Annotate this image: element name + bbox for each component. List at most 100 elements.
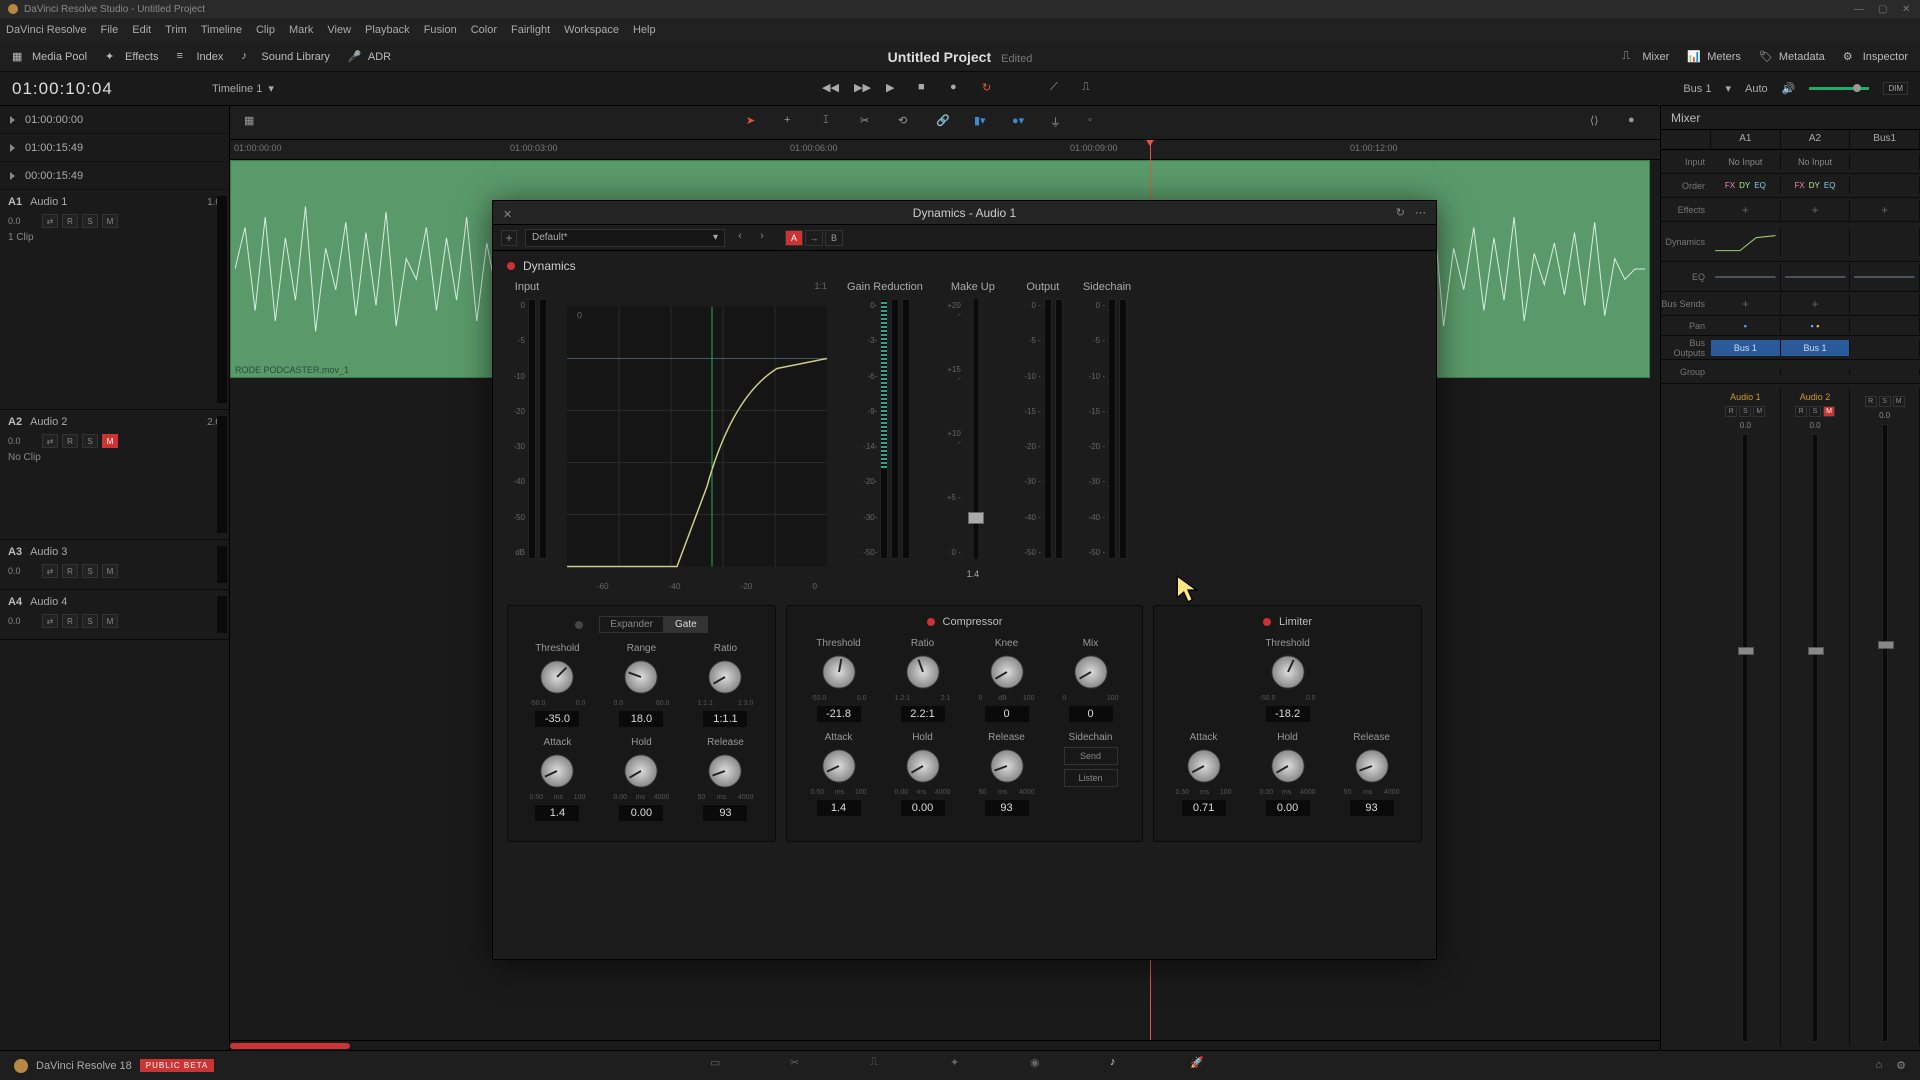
menu-workspace[interactable]: Workspace (564, 24, 619, 36)
fx-add-a1[interactable]: + (1711, 200, 1781, 220)
track-⇄-button[interactable]: ⇄ (42, 434, 58, 448)
dyn-titlebar[interactable]: ✕ Dynamics - Audio 1 ↻ ⋯ (493, 201, 1436, 225)
knee-knob[interactable]: Knee 0dB100 0 (972, 638, 1042, 722)
menu-help[interactable]: Help (633, 24, 656, 36)
pan-a1[interactable]: ▪ (1711, 318, 1781, 334)
sound-library-button[interactable]: ♪Sound Library (241, 50, 330, 64)
volume-slider[interactable] (1809, 87, 1869, 90)
track-header-a2[interactable]: A2Audio 22.0 0.0⇄RSM No Clip (0, 410, 229, 540)
track-⇄-button[interactable]: ⇄ (42, 614, 58, 628)
cut-page[interactable]: ✂ (790, 1056, 810, 1076)
color-page[interactable]: ◉ (1030, 1056, 1050, 1076)
speaker-icon[interactable]: 🔊 (1782, 82, 1796, 95)
menu-timeline[interactable]: Timeline (201, 24, 242, 36)
stop-button[interactable]: ■ (918, 81, 934, 97)
track-header-a1[interactable]: A1Audio 11.0 0.0⇄RSM 1 Clip (0, 190, 229, 410)
menu-edit[interactable]: Edit (132, 24, 151, 36)
eq-a1[interactable] (1711, 263, 1781, 291)
link-tool[interactable]: 🔗 (936, 114, 954, 132)
mixer-col-a1[interactable]: A1 (1711, 130, 1781, 149)
dyn-section[interactable]: Dynamics (507, 259, 1422, 273)
record-button[interactable]: ● (950, 81, 966, 97)
menu-fusion[interactable]: Fusion (424, 24, 457, 36)
track-m-button[interactable]: M (102, 564, 118, 578)
marker-tool[interactable]: ●▾ (1012, 114, 1030, 132)
fairlight-page[interactable]: ♪ (1110, 1056, 1130, 1076)
makeup-value[interactable]: 1.4 (967, 569, 980, 579)
meters-button[interactable]: 📊Meters (1687, 50, 1741, 64)
mixer-button[interactable]: ⎍Mixer (1622, 50, 1669, 64)
dim-button[interactable]: DIM (1883, 82, 1908, 95)
ratio-knob[interactable]: Ratio 1:1.11:3.0 1:1.1 (690, 643, 760, 727)
sidechain-send[interactable]: Send (1064, 747, 1118, 765)
mixer-col-a2[interactable]: A2 (1781, 130, 1851, 149)
curve-display[interactable]: 1:1 0 -60-40-200 (567, 281, 827, 591)
hold-knob[interactable]: Hold 0.00ms4000 0.00 (1253, 732, 1323, 816)
track-header-a3[interactable]: A3Audio 3 0.0⇄RSM (0, 540, 229, 590)
play-button[interactable]: ▶ (886, 81, 902, 97)
track-r-button[interactable]: R (62, 564, 78, 578)
menu-davinci[interactable]: DaVinci Resolve (6, 24, 87, 36)
minimize-button[interactable]: — (1854, 4, 1864, 14)
track-m-button[interactable]: M (102, 614, 118, 628)
input-a2[interactable]: No Input (1781, 154, 1851, 170)
range-knob[interactable]: Range 0.060.0 18.0 (606, 643, 676, 727)
ab-a[interactable]: A (785, 230, 803, 246)
dyn-prev[interactable]: ‹ (733, 230, 747, 246)
dur-timecode[interactable]: 00:00:15:49 (0, 162, 229, 190)
dyn-reset-icon[interactable]: ↻ (1396, 206, 1405, 219)
fader-slider[interactable] (1882, 424, 1888, 1042)
track-⇄-button[interactable]: ⇄ (42, 564, 58, 578)
auto-label[interactable]: Auto (1745, 83, 1768, 95)
compressor-enable[interactable] (927, 618, 935, 626)
edit-page[interactable]: ⎍ (870, 1056, 890, 1076)
order-a1[interactable]: FXDYEQ (1711, 177, 1781, 194)
attack-knob[interactable]: Attack 0.50ms100 1.4 (804, 732, 874, 816)
track-r-button[interactable]: R (62, 214, 78, 228)
fader-slider[interactable] (1742, 434, 1748, 1042)
dyn-close-button[interactable]: ✕ (503, 208, 513, 218)
automation-button[interactable]: ⟋ (1050, 81, 1066, 97)
flag-tool[interactable]: ▮▾ (974, 114, 992, 132)
eq-bus[interactable] (1850, 263, 1920, 291)
dyn-bus[interactable] (1850, 228, 1920, 256)
media-pool-button[interactable]: ▦Media Pool (12, 50, 87, 64)
transient-tool[interactable]: ⏚ (1050, 114, 1068, 132)
metadata-button[interactable]: 🏷Metadata (1759, 50, 1825, 64)
track-s-button[interactable]: S (82, 564, 98, 578)
pointer-tool[interactable]: ➤ (746, 114, 764, 132)
track-m-button[interactable]: M (102, 434, 118, 448)
eq-a2[interactable] (1781, 263, 1851, 291)
text-tool[interactable]: 𝙸 (822, 114, 840, 132)
timeline-selector[interactable]: Timeline 1▾ (212, 82, 274, 95)
busout-a2[interactable]: Bus 1 (1781, 340, 1851, 356)
tab-gate[interactable]: Gate (664, 616, 708, 633)
bs-a1[interactable]: + (1711, 294, 1781, 314)
input-bus[interactable] (1850, 154, 1920, 170)
threshold-knob[interactable]: Threshold -50.00.0 -18.2 (1253, 638, 1323, 722)
settings-button[interactable]: ⎍ (1082, 81, 1098, 97)
maximize-button[interactable]: ▢ (1878, 4, 1888, 14)
dyn-a1[interactable] (1711, 228, 1781, 256)
bus-selector[interactable]: Bus 1 (1683, 83, 1711, 95)
range-tool[interactable]: + (784, 114, 802, 132)
busout-a1[interactable]: Bus 1 (1711, 340, 1781, 356)
dyn-preset-select[interactable]: Default*▾ (525, 229, 725, 247)
track-s-button[interactable]: S (82, 434, 98, 448)
fx-add-a2[interactable]: + (1781, 200, 1851, 220)
gear-icon[interactable]: ⚙ (1896, 1059, 1906, 1072)
media-page[interactable]: ▭ (710, 1056, 730, 1076)
menu-fairlight[interactable]: Fairlight (511, 24, 550, 36)
ab-arrow[interactable]: → (805, 230, 823, 246)
tab-expander[interactable]: Expander (599, 616, 664, 633)
limiter-enable[interactable] (1263, 618, 1271, 626)
effects-button[interactable]: ✦Effects (105, 50, 158, 64)
menu-view[interactable]: View (327, 24, 351, 36)
sidechain-listen[interactable]: Listen (1064, 769, 1118, 787)
loop-button[interactable]: ↻ (982, 81, 998, 97)
timeline-ruler[interactable]: 01:00:00:00 01:00:03:00 01:00:06:00 01:0… (230, 140, 1660, 160)
snap-tool[interactable]: ⟲ (898, 114, 916, 132)
track-header-a4[interactable]: A4Audio 4 0.0⇄RSM (0, 590, 229, 640)
fader-slider[interactable] (1812, 434, 1818, 1042)
menu-color[interactable]: Color (471, 24, 497, 36)
